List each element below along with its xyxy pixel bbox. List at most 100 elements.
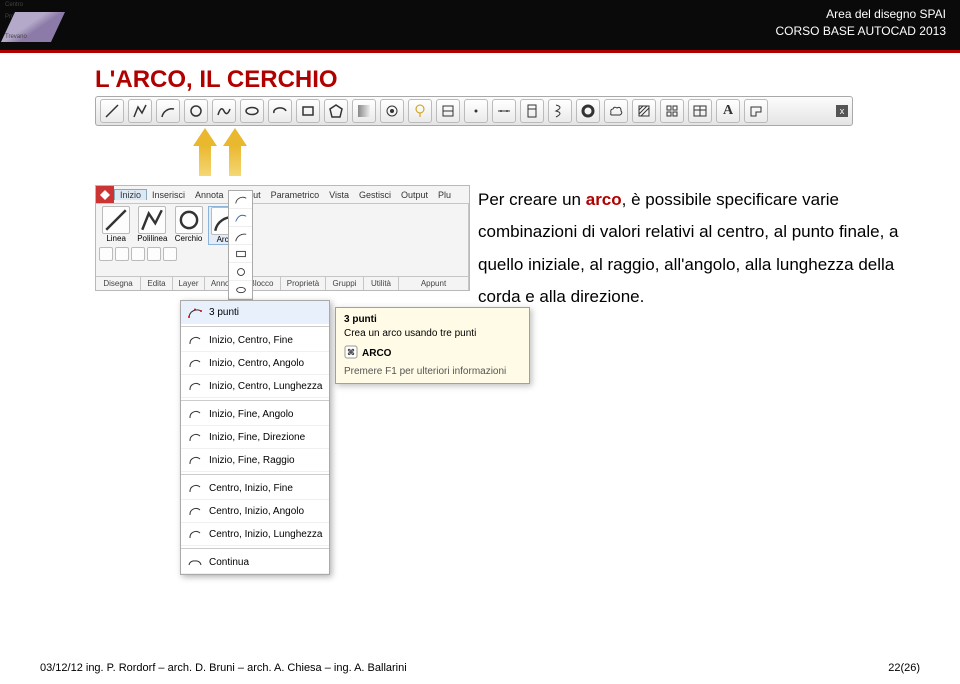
group-gruppi: Gruppi <box>326 277 364 290</box>
ribbon-cerchio-button[interactable]: Cerchio <box>171 206 205 245</box>
toolbar-close-icon[interactable]: x <box>836 105 848 117</box>
flyout-rect[interactable] <box>229 245 252 263</box>
tab-inserisci[interactable]: Inserisci <box>147 190 190 200</box>
arc-menu-label-5: Inizio, Fine, Direzione <box>209 432 305 443</box>
arc-menu-label-6: Inizio, Fine, Raggio <box>209 455 295 466</box>
divide-icon[interactable] <box>492 99 516 123</box>
tooltip-title: 3 punti <box>344 314 521 325</box>
spline-icon[interactable] <box>212 99 236 123</box>
target-icon[interactable] <box>380 99 404 123</box>
arc-ica-icon <box>185 355 205 371</box>
arc-menu-cil[interactable]: Centro, Inizio, Lunghezza <box>181 523 329 546</box>
arc-menu-label-8: Centro, Inizio, Angolo <box>209 506 304 517</box>
region-icon[interactable] <box>744 99 768 123</box>
tooltip-cmd-icon: ⌘ <box>344 345 358 362</box>
table-icon[interactable] <box>688 99 712 123</box>
arc-menu-cia[interactable]: Centro, Inizio, Angolo <box>181 500 329 523</box>
logo-line1: Centro <box>5 2 23 8</box>
page-footer: 03/12/12 ing. P. Rordorf – arch. D. Brun… <box>40 662 920 674</box>
header-logo: Centro Professionale Trevano <box>0 0 70 50</box>
tab-annota[interactable]: Annota <box>190 190 229 200</box>
arc-menu-label-10: Continua <box>209 557 249 568</box>
group-proprieta: Proprietà <box>281 277 326 290</box>
arc-menu-ifd[interactable]: Inizio, Fine, Direzione <box>181 426 329 449</box>
body-arco: arco <box>586 190 622 209</box>
text-a-icon[interactable]: A <box>716 99 740 123</box>
arc-icf-icon <box>185 332 205 348</box>
arc-menu-ica[interactable]: Inizio, Centro, Angolo <box>181 352 329 375</box>
tooltip-help: Premere F1 per ulteriori informazioni <box>344 366 521 377</box>
tab-gestisci[interactable]: Gestisci <box>354 190 396 200</box>
polygon-icon[interactable] <box>324 99 348 123</box>
footer-left: 03/12/12 ing. P. Rordorf – arch. D. Brun… <box>40 662 407 674</box>
donut-icon[interactable] <box>576 99 600 123</box>
arc-menu-ifa[interactable]: Inizio, Fine, Angolo <box>181 403 329 426</box>
arc-flyout-column <box>228 190 253 300</box>
cloud-icon[interactable] <box>604 99 628 123</box>
ribbon-cerchio-label: Cerchio <box>175 234 203 243</box>
arc-menu: 3 punti Inizio, Centro, Fine Inizio, Cen… <box>180 300 330 575</box>
sm-icon-4[interactable] <box>147 247 161 261</box>
arc-menu-icl[interactable]: Inizio, Centro, Lunghezza <box>181 375 329 398</box>
arc-menu-icf[interactable]: Inizio, Centro, Fine <box>181 329 329 352</box>
header-right: Area del disegno SPAI CORSO BASE AUTOCAD… <box>775 0 960 40</box>
arc-menu-cif[interactable]: Centro, Inizio, Fine <box>181 477 329 500</box>
tab-output[interactable]: Output <box>396 190 433 200</box>
svg-text:⌘: ⌘ <box>347 348 355 357</box>
ribbon-polilinea-button[interactable]: Polilinea <box>135 206 169 245</box>
arc-menu-label-9: Centro, Inizio, Lunghezza <box>209 529 322 540</box>
flyout-ellipse[interactable] <box>229 281 252 299</box>
sm-icon-5[interactable] <box>163 247 177 261</box>
pline-icon[interactable] <box>128 99 152 123</box>
flyout-circle[interactable] <box>229 263 252 281</box>
arc-menu-label-2: Inizio, Centro, Angolo <box>209 358 304 369</box>
header-band: Centro Professionale Trevano Area del di… <box>0 0 960 50</box>
point-icon[interactable] <box>464 99 488 123</box>
ribbon-footer: Disegna Edita Layer Anno... Blocco Propr… <box>96 276 469 290</box>
measure-icon[interactable] <box>520 99 544 123</box>
ribbon-polilinea-label: Polilinea <box>137 234 167 243</box>
header-right-line1: Area del disegno SPAI <box>775 6 946 23</box>
helix-icon[interactable] <box>548 99 572 123</box>
arc-cif-icon <box>185 480 205 496</box>
tooltip-cmd: ARCO <box>362 348 391 359</box>
arc-icon[interactable] <box>156 99 180 123</box>
ribbon-tabs-row: Inizio Inserisci Annota Layout Parametri… <box>96 186 469 204</box>
page-title: L'ARCO, IL CERCHIO <box>95 66 338 94</box>
arc-menu-label-1: Inizio, Centro, Fine <box>209 335 293 346</box>
tab-plugins[interactable]: Plu <box>433 190 456 200</box>
body-text: Per creare un arco, è possibile specific… <box>478 184 900 313</box>
app-icon[interactable] <box>96 186 114 203</box>
arc-menu-label-4: Inizio, Fine, Angolo <box>209 409 294 420</box>
tab-inizio[interactable]: Inizio <box>114 189 147 200</box>
lamp-icon[interactable] <box>408 99 432 123</box>
flyout-arc-1[interactable] <box>229 191 252 209</box>
arrow-arc-icon <box>193 128 217 176</box>
arc-menu-continua[interactable]: Continua <box>181 551 329 574</box>
sm-icon-3[interactable] <box>131 247 145 261</box>
ellipse-icon[interactable] <box>240 99 264 123</box>
group-layer: Layer <box>173 277 205 290</box>
ellipse-arc-icon[interactable] <box>268 99 292 123</box>
tab-parametrico[interactable]: Parametrico <box>266 190 325 200</box>
ribbon-linea-button[interactable]: Linea <box>99 206 133 245</box>
header-right-line2: CORSO BASE AUTOCAD 2013 <box>775 23 946 40</box>
block-icon[interactable] <box>436 99 460 123</box>
body-pre: Per creare un <box>478 190 586 209</box>
circle-icon[interactable] <box>184 99 208 123</box>
rect-icon[interactable] <box>296 99 320 123</box>
gradient-icon[interactable] <box>352 99 376 123</box>
flyout-arc-2[interactable] <box>229 209 252 227</box>
arc-menu-ifr[interactable]: Inizio, Fine, Raggio <box>181 449 329 472</box>
line-icon[interactable] <box>100 99 124 123</box>
group-utilita: Utilità <box>364 277 399 290</box>
pattern-icon[interactable] <box>660 99 684 123</box>
hatch-icon[interactable] <box>632 99 656 123</box>
flyout-arc-3[interactable] <box>229 227 252 245</box>
sm-icon-2[interactable] <box>115 247 129 261</box>
tooltip-3punti: 3 punti Crea un arco usando tre punti ⌘ … <box>335 307 530 384</box>
arc-3pts-icon <box>185 304 205 320</box>
arc-menu-3punti[interactable]: 3 punti <box>181 301 329 324</box>
tab-vista[interactable]: Vista <box>324 190 354 200</box>
sm-icon-1[interactable] <box>99 247 113 261</box>
